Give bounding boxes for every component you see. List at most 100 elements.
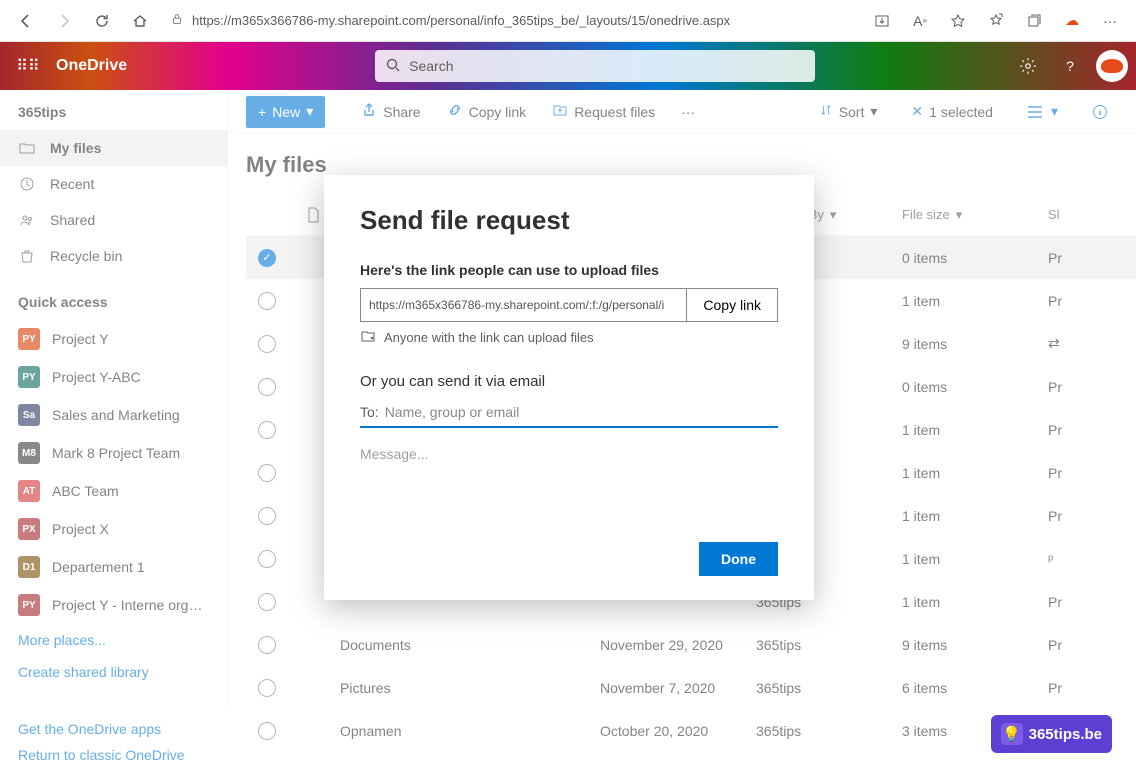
recipients-placeholder: Name, group or email — [385, 404, 520, 420]
quick-access-item[interactable]: PYProject Y — [0, 320, 227, 358]
copy-link-button[interactable]: Copy link — [687, 288, 778, 322]
search-box[interactable]: Search — [375, 50, 815, 82]
nav-recent[interactable]: Recent — [0, 166, 227, 202]
select-row-checkbox[interactable] — [258, 335, 276, 353]
select-row-checkbox[interactable] — [258, 378, 276, 396]
select-row-checkbox[interactable] — [258, 507, 276, 525]
done-button[interactable]: Done — [699, 542, 778, 576]
folder-icon — [18, 139, 36, 157]
quick-access-item[interactable]: PY Project Y-ABC — [0, 358, 227, 396]
message-input[interactable]: Message... — [360, 446, 778, 462]
search-icon — [385, 57, 401, 76]
select-row-checkbox[interactable] — [258, 636, 276, 654]
nav-shared[interactable]: Shared — [0, 202, 227, 238]
email-section-header: Or you can send it via email — [360, 373, 778, 390]
sort-button[interactable]: Sort ▾ — [809, 96, 888, 128]
app-launcher-icon[interactable]: ⠿⠿ — [8, 56, 48, 76]
permission-info[interactable]: Anyone with the link can upload files — [360, 328, 778, 347]
account-avatar[interactable] — [1096, 50, 1128, 82]
site-label: Project Y - Interne org… — [52, 597, 209, 613]
file-size-column[interactable]: File size ▾ — [902, 207, 1048, 223]
cell-size: 1 item — [902, 551, 1048, 567]
quick-access-item[interactable]: D1Departement 1 — [0, 548, 227, 586]
return-classic-link[interactable]: Return to classic OneDrive — [18, 742, 210, 769]
upload-link-input[interactable] — [360, 288, 687, 322]
recipients-input[interactable]: To: Name, group or email — [360, 404, 778, 428]
quick-access-item[interactable]: PXProject X — [0, 510, 227, 548]
cell-modified-by: 365tips — [756, 637, 902, 653]
globe-folder-icon — [360, 328, 376, 347]
overflow-button[interactable]: ··· — [671, 96, 705, 128]
site-label: Project Y-ABC — [52, 369, 209, 385]
selection-count[interactable]: ✕1 selected — [901, 96, 1003, 128]
quick-access-header: Quick access — [0, 274, 227, 320]
table-row[interactable]: Pictures November 7, 2020 365tips 6 item… — [246, 666, 1136, 709]
share-button[interactable]: Share — [351, 96, 430, 128]
select-row-checkbox[interactable] — [258, 292, 276, 310]
clear-selection-icon[interactable]: ✕ — [911, 103, 923, 120]
watermark-badge: 💡 365tips.be — [991, 715, 1112, 753]
site-badge: PY — [18, 594, 40, 616]
app-name[interactable]: OneDrive — [56, 57, 127, 75]
chevron-down-icon: ▾ — [870, 103, 877, 120]
quick-access-item[interactable]: M8Mark 8 Project Team — [0, 434, 227, 472]
select-row-checkbox[interactable] — [258, 550, 276, 568]
cell-size: 0 items — [902, 379, 1048, 395]
cell-modified-by: 365tips — [756, 680, 902, 696]
copy-link-button[interactable]: Copy link — [437, 96, 537, 128]
site-badge: PY — [18, 366, 40, 388]
get-apps-link[interactable]: Get the OneDrive apps — [18, 716, 210, 743]
cell-name: Pictures — [340, 680, 600, 696]
cell-sharing: ⇄ — [1048, 335, 1108, 352]
create-shared-library-link[interactable]: Create shared library — [0, 656, 227, 688]
cell-size: 1 item — [902, 508, 1048, 524]
favorites-bar-icon[interactable] — [980, 5, 1012, 37]
cell-name: Opnamen — [340, 723, 600, 739]
request-files-button[interactable]: Request files — [542, 96, 665, 128]
address-bar[interactable]: https://m365x366786-my.sharepoint.com/pe… — [162, 6, 860, 36]
details-pane-button[interactable] — [1082, 96, 1118, 128]
share-icon — [361, 102, 377, 121]
help-icon[interactable]: ? — [1054, 50, 1086, 82]
nav-my-files[interactable]: My files — [0, 130, 227, 166]
tenant-name: 365tips — [0, 90, 227, 130]
cell-modified-by: 365tips — [756, 723, 902, 739]
select-row-checkbox[interactable] — [258, 593, 276, 611]
select-row-checkbox[interactable] — [258, 421, 276, 439]
settings-icon[interactable] — [1012, 50, 1044, 82]
quick-access-item[interactable]: Sa Sales and Marketing — [0, 396, 227, 434]
view-options-button[interactable]: ▾ — [1017, 96, 1068, 128]
sharing-column[interactable]: Sl — [1048, 207, 1108, 222]
table-row[interactable]: Documents November 29, 2020 365tips 9 it… — [246, 623, 1136, 666]
new-button[interactable]: +New▾ — [246, 96, 325, 128]
select-row-checkbox[interactable] — [258, 722, 276, 740]
url-text: https://m365x366786-my.sharepoint.com/pe… — [192, 13, 730, 28]
cell-size: 1 item — [902, 422, 1048, 438]
cell-modified: November 29, 2020 — [600, 637, 756, 653]
site-badge: PY — [18, 328, 40, 350]
quick-access-item[interactable]: PY Project Y - Interne org… — [0, 586, 227, 624]
recycle-icon — [18, 247, 36, 265]
back-button[interactable] — [10, 5, 42, 37]
site-badge: Sa — [18, 404, 40, 426]
cell-sharing: Pr — [1048, 680, 1108, 696]
nav-recycle[interactable]: Recycle bin — [0, 238, 227, 274]
favorite-icon[interactable] — [942, 5, 974, 37]
site-label: Sales and Marketing — [52, 407, 209, 423]
site-label: Departement 1 — [52, 559, 209, 575]
cell-size: 9 items — [902, 637, 1048, 653]
forward-button[interactable] — [48, 5, 80, 37]
app-install-icon[interactable] — [866, 5, 898, 37]
more-places-link[interactable]: More places... — [0, 624, 227, 656]
select-row-checkbox[interactable] — [258, 679, 276, 697]
select-row-checkbox[interactable] — [258, 464, 276, 482]
refresh-button[interactable] — [86, 5, 118, 37]
select-row-checkbox[interactable]: ✓ — [258, 249, 276, 267]
quick-access-item[interactable]: ATABC Team — [0, 472, 227, 510]
more-icon[interactable]: ··· — [1094, 5, 1126, 37]
home-button[interactable] — [124, 5, 156, 37]
browser-toolbar: https://m365x366786-my.sharepoint.com/pe… — [0, 0, 1136, 42]
read-aloud-icon[interactable]: A» — [904, 5, 936, 37]
collections-icon[interactable] — [1018, 5, 1050, 37]
onedrive-cloud-icon[interactable]: ☁ — [1056, 5, 1088, 37]
